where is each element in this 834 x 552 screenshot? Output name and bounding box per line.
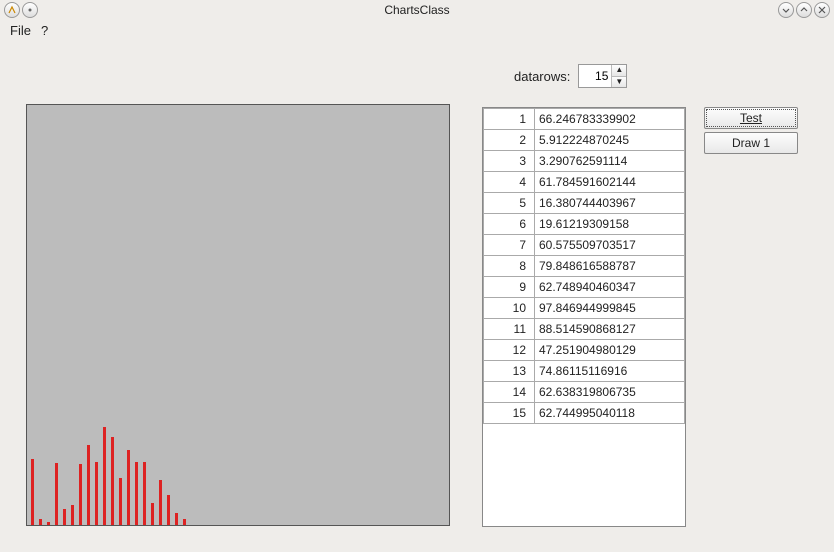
- table-row[interactable]: 166.246783339902: [484, 109, 685, 130]
- row-index: 8: [484, 256, 535, 277]
- row-value: 97.846944999845: [535, 298, 685, 319]
- table-row[interactable]: 760.575509703517: [484, 235, 685, 256]
- menu-help[interactable]: ?: [41, 23, 48, 38]
- row-value: 88.514590868127: [535, 319, 685, 340]
- row-index: 9: [484, 277, 535, 298]
- row-value: 66.246783339902: [535, 109, 685, 130]
- row-index: 2: [484, 130, 535, 151]
- row-index: 6: [484, 214, 535, 235]
- row-index: 5: [484, 193, 535, 214]
- chart-bar: [71, 505, 74, 525]
- chart-bar: [95, 462, 98, 525]
- draw1-button[interactable]: Draw 1: [704, 132, 798, 154]
- row-index: 10: [484, 298, 535, 319]
- row-index: 13: [484, 361, 535, 382]
- datarows-label: datarows:: [514, 69, 570, 84]
- datarows-spinner[interactable]: ▲ ▼: [578, 64, 627, 88]
- window-title: ChartsClass: [384, 3, 449, 17]
- row-value: 60.575509703517: [535, 235, 685, 256]
- minimize-icon[interactable]: [778, 2, 794, 18]
- chart-bar: [159, 480, 162, 525]
- row-value: 74.86115116916: [535, 361, 685, 382]
- row-value: 19.61219309158: [535, 214, 685, 235]
- chart-bar: [63, 509, 66, 525]
- table-row[interactable]: 33.290762591114: [484, 151, 685, 172]
- table-row[interactable]: 25.912224870245: [484, 130, 685, 151]
- maximize-icon[interactable]: [796, 2, 812, 18]
- table-row[interactable]: 1097.846944999845: [484, 298, 685, 319]
- row-index: 3: [484, 151, 535, 172]
- table-row[interactable]: 1188.514590868127: [484, 319, 685, 340]
- table-row[interactable]: 1462.638319806735: [484, 382, 685, 403]
- chart-bar: [167, 495, 170, 525]
- row-index: 12: [484, 340, 535, 361]
- chart-bar: [103, 427, 106, 525]
- chart-bar: [175, 513, 178, 525]
- chart-bar: [183, 519, 186, 525]
- spinner-up-icon[interactable]: ▲: [612, 65, 626, 77]
- table-row[interactable]: 516.380744403967: [484, 193, 685, 214]
- title-bar: ChartsClass: [0, 0, 834, 20]
- table-row[interactable]: 962.748940460347: [484, 277, 685, 298]
- chart-bar: [127, 450, 130, 525]
- window-menu-icon[interactable]: [22, 2, 38, 18]
- close-icon[interactable]: [814, 2, 830, 18]
- table-row[interactable]: 879.848616588787: [484, 256, 685, 277]
- app-icon: [4, 2, 20, 18]
- chart-canvas: [26, 104, 450, 526]
- row-index: 4: [484, 172, 535, 193]
- spinner-down-icon[interactable]: ▼: [612, 77, 626, 88]
- row-index: 11: [484, 319, 535, 340]
- chart-bar: [111, 437, 114, 526]
- row-index: 15: [484, 403, 535, 424]
- chart-bar: [39, 519, 42, 525]
- chart-bar: [151, 503, 154, 525]
- row-index: 14: [484, 382, 535, 403]
- row-index: 1: [484, 109, 535, 130]
- row-value: 62.748940460347: [535, 277, 685, 298]
- table-row[interactable]: 461.784591602144: [484, 172, 685, 193]
- menu-bar: File ?: [0, 20, 834, 40]
- table-row[interactable]: 1562.744995040118: [484, 403, 685, 424]
- chart-bar: [135, 462, 138, 525]
- chart-bar: [55, 463, 58, 525]
- row-index: 7: [484, 235, 535, 256]
- row-value: 5.912224870245: [535, 130, 685, 151]
- row-value: 3.290762591114: [535, 151, 685, 172]
- chart-bar: [47, 522, 50, 525]
- menu-file[interactable]: File: [10, 23, 31, 38]
- row-value: 16.380744403967: [535, 193, 685, 214]
- datarows-input[interactable]: [579, 65, 611, 87]
- row-value: 62.744995040118: [535, 403, 685, 424]
- chart-bar: [119, 478, 122, 525]
- test-button[interactable]: Test: [704, 107, 798, 129]
- table-row[interactable]: 1247.251904980129: [484, 340, 685, 361]
- row-value: 47.251904980129: [535, 340, 685, 361]
- table-row[interactable]: 1374.86115116916: [484, 361, 685, 382]
- row-value: 79.848616588787: [535, 256, 685, 277]
- data-table[interactable]: 166.24678333990225.91222487024533.290762…: [482, 107, 686, 527]
- chart-bar: [87, 445, 90, 525]
- table-row[interactable]: 619.61219309158: [484, 214, 685, 235]
- chart-bar: [143, 462, 146, 525]
- chart-bar: [79, 464, 82, 525]
- row-value: 61.784591602144: [535, 172, 685, 193]
- row-value: 62.638319806735: [535, 382, 685, 403]
- chart-bar: [31, 459, 34, 525]
